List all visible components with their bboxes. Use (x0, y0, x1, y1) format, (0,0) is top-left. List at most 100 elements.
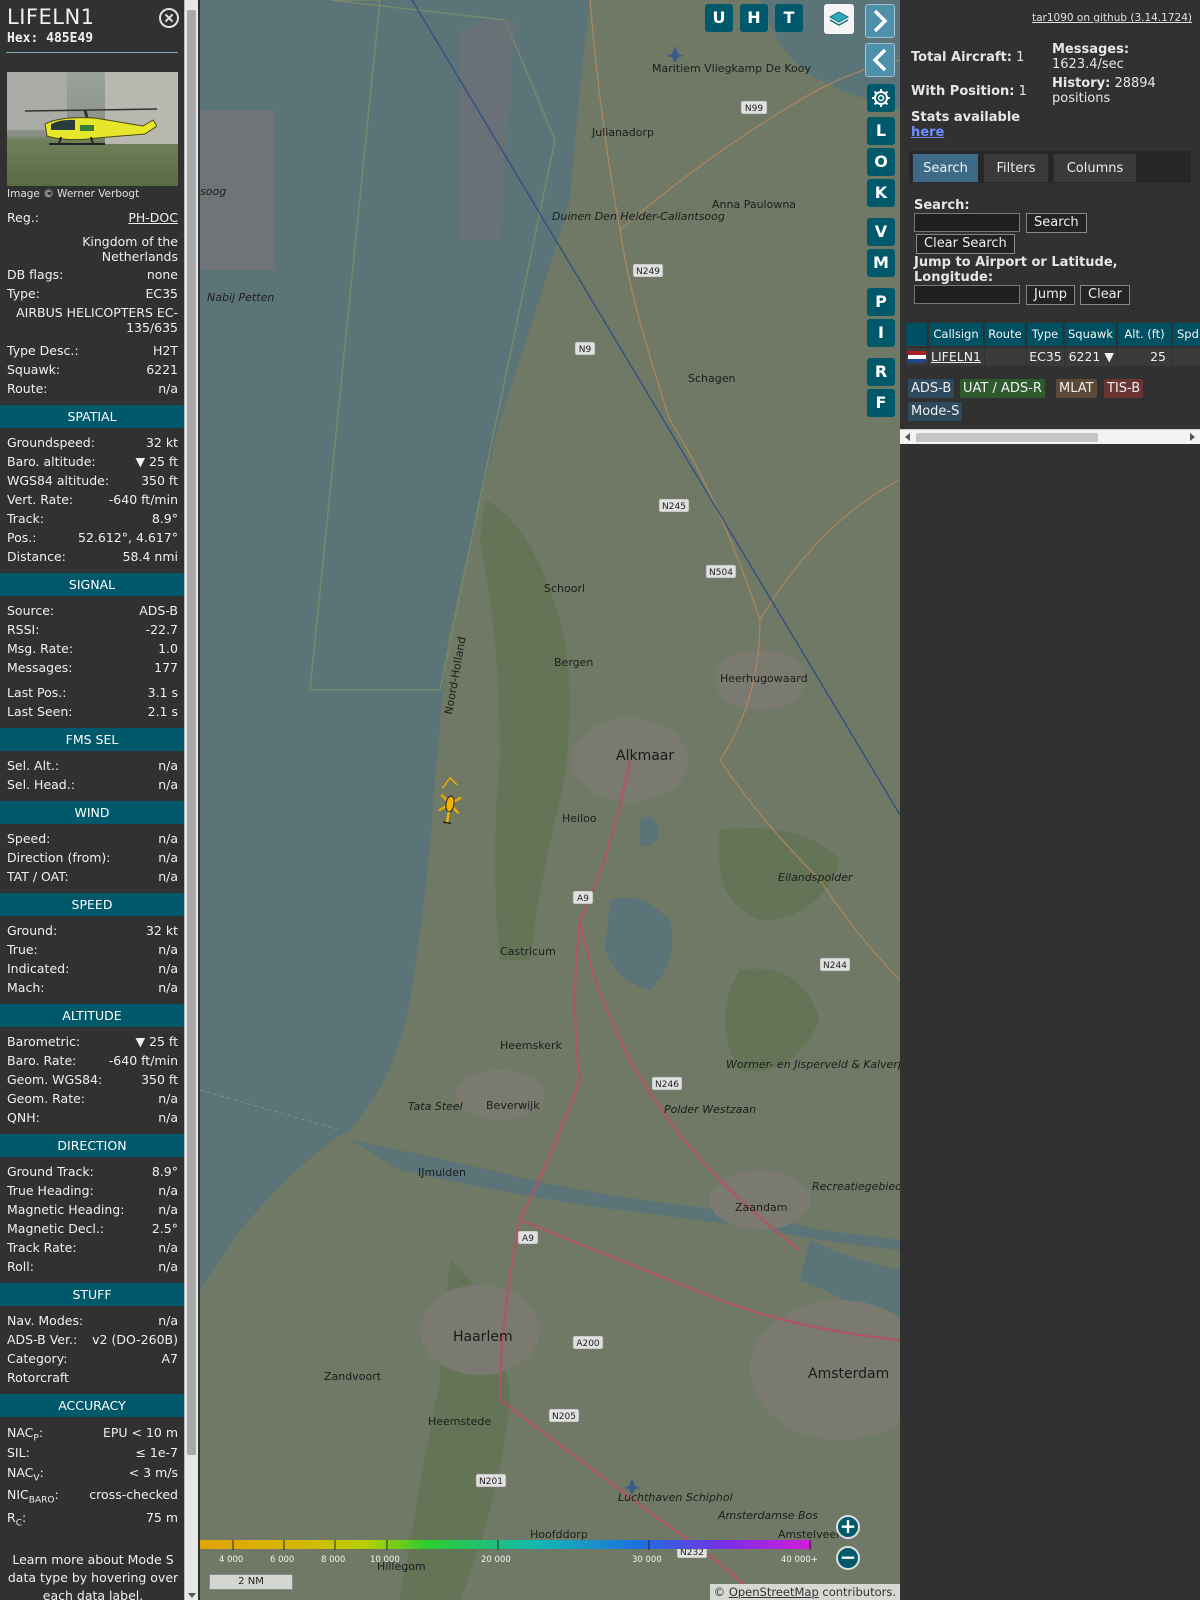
map-button-u[interactable]: U (705, 4, 733, 32)
svg-text:8 000: 8 000 (321, 1555, 345, 1565)
road-shield: N9 (574, 341, 596, 356)
table-header-speed[interactable]: Spd (1173, 323, 1200, 346)
place-label: Schoorl (544, 582, 585, 595)
detail-label: Groundspeed: (7, 435, 95, 450)
map-button-o[interactable]: O (867, 148, 895, 176)
detail-row: Source: ADS-B (7, 602, 178, 620)
sidebar-scrollbar[interactable] (184, 0, 198, 1600)
layers-button[interactable] (824, 4, 854, 34)
table-header-altitude[interactable]: Alt. (ft) (1118, 323, 1172, 346)
svg-text:N504: N504 (709, 568, 733, 578)
tab-columns[interactable]: Columns (1053, 153, 1137, 183)
detail-label: Magnetic Heading: (7, 1202, 125, 1217)
scroll-left-icon[interactable] (905, 433, 910, 441)
zoom-in-button[interactable]: + (836, 1515, 860, 1539)
table-header-type[interactable]: Type (1027, 323, 1064, 346)
detail-row: Sel. Alt.: n/a (7, 757, 178, 775)
detail-value: n/a (158, 1259, 178, 1274)
reg-link[interactable]: PH-DOC (128, 209, 178, 227)
category-desc-row: Rotorcraft (7, 1369, 178, 1387)
detail-row: Ground: 32 kt (7, 922, 178, 940)
jump-label: Jump to Airport or Latitude, Longitude: (914, 255, 1118, 285)
map-button-k[interactable]: K (867, 179, 895, 207)
detail-value: n/a (158, 777, 178, 792)
squawk-label: Squawk: (7, 362, 61, 377)
map-button-t[interactable]: T (775, 4, 803, 32)
jump-input[interactable] (914, 285, 1020, 304)
settings-button[interactable] (867, 84, 895, 112)
detail-label: True: (7, 942, 38, 957)
scroll-down-icon[interactable] (188, 1593, 196, 1598)
search-button[interactable]: Search (1026, 213, 1087, 233)
tab-search[interactable]: Search (912, 153, 979, 183)
close-icon[interactable] (159, 8, 179, 28)
table-scrollbar-thumb[interactable] (916, 433, 1098, 442)
detail-value: -640 ft/min (108, 1053, 178, 1068)
map-button-m[interactable]: M (867, 249, 895, 277)
collapse-left-button[interactable] (865, 43, 895, 77)
detail-label: Roll: (7, 1259, 34, 1274)
clear-search-button[interactable]: Clear Search (916, 234, 1015, 254)
detail-label: Track: (7, 511, 44, 526)
detail-label: Ground Track: (7, 1164, 94, 1179)
row-callsign[interactable]: LIFELN1 (929, 348, 984, 366)
search-input[interactable] (914, 213, 1020, 232)
aircraft-photo[interactable] (7, 72, 178, 186)
detail-label: RC: (7, 1510, 27, 1529)
place-label: Bergen (554, 656, 593, 669)
map-view[interactable]: N99 N249 N9 N245 N504 A9 N244 N246 A9 A2… (200, 0, 900, 1600)
detail-label: Last Pos.: (7, 685, 67, 700)
map-button-v[interactable]: V (867, 218, 895, 246)
clear-button[interactable]: Clear (1080, 285, 1130, 305)
map-button-f[interactable]: F (867, 389, 895, 417)
detail-label: WGS84 altitude: (7, 473, 110, 488)
table-header-route[interactable]: Route (985, 323, 1026, 346)
detail-value: 2.5° (151, 1221, 178, 1236)
table-horizontal-scrollbar[interactable] (900, 429, 1200, 444)
expand-right-button[interactable] (865, 4, 895, 38)
detail-value: n/a (158, 942, 178, 957)
detail-label: NACV: (7, 1465, 44, 1484)
map-canvas[interactable]: N99 N249 N9 N245 N504 A9 N244 N246 A9 A2… (200, 0, 900, 1600)
svg-text:N99: N99 (745, 104, 763, 114)
map-button-r[interactable]: R (867, 358, 895, 386)
place-label: Tata Steel (408, 1100, 463, 1113)
stats-link[interactable]: here (911, 125, 944, 140)
sidebar-scrollbar-thumb[interactable] (187, 10, 196, 1455)
svg-text:4 000: 4 000 (219, 1555, 243, 1565)
road-shield: N244 (819, 957, 851, 972)
detail-label: Messages: (7, 660, 73, 675)
row-squawk: 6221 ▼ (1065, 348, 1117, 366)
table-header-callsign[interactable]: Callsign (929, 323, 984, 346)
detail-value: n/a (158, 758, 178, 773)
squawk-row: Squawk: 6221 (7, 361, 178, 379)
zoom-out-button[interactable]: − (836, 1546, 860, 1570)
detail-label: SIL: (7, 1445, 30, 1460)
map-button-i[interactable]: I (867, 319, 895, 347)
github-link[interactable]: tar1090 on github (3.14.1724) (1032, 12, 1192, 24)
tab-filters[interactable]: Filters (983, 153, 1049, 183)
road-shield: N205 (548, 1408, 580, 1423)
map-button-p[interactable]: P (867, 288, 895, 316)
svg-text:N201: N201 (479, 1477, 503, 1487)
map-button-h[interactable]: H (740, 4, 768, 32)
detail-value: n/a (158, 1183, 178, 1198)
detail-label: Category: (7, 1351, 68, 1366)
svg-text:10 000: 10 000 (370, 1555, 400, 1565)
osm-link[interactable]: OpenStreetMap (729, 1585, 819, 1599)
detail-row: RSSI: -22.7 (7, 621, 178, 639)
detail-label: Ground: (7, 923, 58, 938)
place-label: Schagen (688, 372, 735, 385)
reg-label: Reg.: (7, 210, 39, 225)
detail-row: Groundspeed: 32 kt (7, 434, 178, 452)
detail-row: Last Pos.: 3.1 s (7, 684, 178, 702)
jump-button[interactable]: Jump (1026, 285, 1075, 305)
search-label: Search: (914, 198, 970, 213)
aircraft-list-panel: tar1090 on github (3.14.1724) Total Airc… (900, 0, 1200, 1600)
selected-hex: Hex: 485E49 (7, 31, 94, 46)
scroll-right-icon[interactable] (1190, 433, 1195, 441)
detail-row: Mach: n/a (7, 979, 178, 997)
table-header-squawk[interactable]: Squawk (1065, 323, 1117, 346)
map-button-l[interactable]: L (867, 117, 895, 145)
place-label: Hoofddorp (530, 1528, 588, 1541)
